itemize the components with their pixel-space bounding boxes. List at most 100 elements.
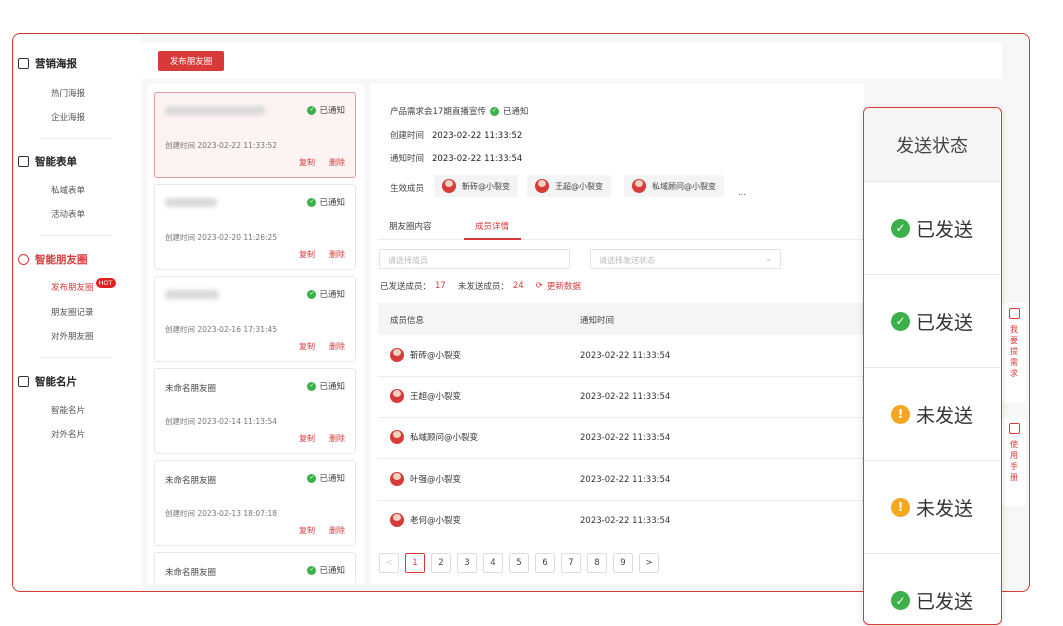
avatar [442, 179, 456, 193]
book-icon [1008, 423, 1020, 434]
page-button[interactable]: 5 [509, 553, 529, 573]
avatar [535, 179, 549, 193]
copy-link[interactable]: 复制 [299, 249, 315, 260]
copy-link[interactable]: 复制 [299, 525, 315, 536]
check-circle-icon: ✓ [307, 473, 317, 483]
delete-link[interactable]: 删除 [329, 433, 345, 444]
avatar [390, 513, 404, 527]
sidebar-item-private-form[interactable]: 私域表单 [51, 184, 85, 196]
member-chip: 王超@小裂变 [527, 175, 611, 197]
check-circle-icon: ✓ [307, 105, 317, 115]
moments-card[interactable]: 未命名朋友圈 ✓ 已通知 创建时间 2023-02-14 11:13:54 复制 删… [154, 368, 356, 454]
sidebar-item-event-form[interactable]: 活动表单 [51, 208, 85, 220]
check-circle-icon: ✓ [307, 565, 317, 575]
unsent-count: 24 [512, 281, 524, 291]
status-badge: ✓ 已通知 [307, 473, 345, 484]
tab-member-detail[interactable]: 成员详情 [475, 220, 509, 232]
next-page-button[interactable]: > [639, 553, 659, 573]
detail-notify-row: 通知时间 2023-02-22 11:33:54 [390, 154, 523, 164]
status-badge: ✓ 已通知 [307, 289, 345, 300]
page-button[interactable]: 7 [561, 553, 581, 573]
sent-count: 17 [435, 281, 446, 291]
blurred-title [165, 198, 217, 207]
request-feature-label: 我要提需求 [1009, 325, 1019, 380]
check-circle-icon: ✓ [307, 381, 317, 391]
sidebar-item-external-card[interactable]: 对外名片 [51, 428, 85, 440]
detail-created-row: 创建时间 2023-02-22 11:33:52 [390, 131, 523, 141]
check-circle-icon: ✓ [890, 311, 910, 331]
sidebar-divider [40, 357, 112, 358]
check-circle-icon: ✓ [489, 106, 499, 116]
send-status-callout: 发送状态 ✓ 已发送 ✓ 已发送 ! 未发送 ! 未发送 ✓ 已发送 [863, 107, 1002, 625]
sidebar-section-moments[interactable]: 智能朋友圈 [18, 252, 88, 267]
request-feature-button[interactable]: 我要提需求 [1002, 303, 1026, 403]
created-time: 创建时间 2023-02-22 11:33:52 [165, 141, 278, 150]
delete-link[interactable]: 删除 [329, 341, 345, 352]
send-status-cell: ✓ 已发送 [864, 182, 1000, 275]
status-badge: ✓ 已通知 [307, 381, 345, 392]
active-tab-indicator [464, 238, 521, 240]
send-status-cell: ! 未发送 [864, 368, 1000, 461]
moments-card[interactable]: ✓ 已通知 创建时间 2023-02-20 11:26:25 复制 删除 [154, 184, 356, 270]
sidebar-item-smart-card[interactable]: 智能名片 [51, 404, 85, 416]
avatar [390, 389, 404, 403]
sidebar-item-hot-poster[interactable]: 热门海报 [51, 87, 85, 99]
table-row: 私域顾问@小裂变 2023-02-22 11:33:54 [378, 418, 864, 459]
blurred-title [165, 290, 219, 299]
sidebar-item-publish-moments[interactable]: 发布朋友圈 HOT [51, 278, 116, 293]
table-row: 靳砖@小裂变 2023-02-22 11:33:54 [378, 336, 864, 377]
moments-card[interactable]: ✓ 已通知 创建时间 2023-02-22 11:33:52 复制 删除 [154, 92, 356, 178]
refresh-link[interactable]: 更新数据 [547, 280, 581, 292]
page-button[interactable]: 8 [587, 553, 607, 573]
warning-circle-icon: ! [890, 497, 910, 517]
send-status-cell: ✓ 已发送 [864, 275, 1000, 368]
page-button[interactable]: 1 [405, 553, 425, 573]
sidebar-section-poster[interactable]: 营销海报 [18, 56, 77, 71]
tab-moments-content[interactable]: 朋友圈内容 [389, 220, 432, 232]
poster-icon [18, 58, 29, 69]
page-button[interactable]: 2 [431, 553, 451, 573]
status-select[interactable]: 请选择发送状态 ⌄ [590, 249, 781, 269]
member-select[interactable]: 请选择成员 [379, 249, 570, 269]
more-members[interactable]: ... [738, 188, 746, 198]
page-button[interactable]: 9 [613, 553, 633, 573]
send-status-header: 发送状态 [864, 108, 1000, 182]
publish-moments-button[interactable]: 发布朋友圈 [158, 51, 224, 71]
hot-badge: HOT [95, 278, 116, 288]
id-card-icon [18, 376, 29, 387]
table-row: 王超@小裂变 2023-02-22 11:33:54 [378, 377, 864, 418]
page-button[interactable]: 3 [457, 553, 477, 573]
sidebar-item-company-poster[interactable]: 企业海报 [51, 111, 85, 123]
created-time: 创建时间 2023-02-13 18:07:18 [165, 509, 278, 518]
send-status-cell: ! 未发送 [864, 461, 1000, 554]
prev-page-button[interactable]: < [379, 553, 399, 573]
avatar [390, 472, 404, 486]
delete-link[interactable]: 删除 [329, 249, 345, 260]
sidebar-section-form[interactable]: 智能表单 [18, 154, 77, 169]
user-manual-button[interactable]: 使用手册 [1002, 418, 1026, 506]
sidebar-section-card[interactable]: 智能名片 [18, 374, 77, 389]
refresh-icon[interactable]: ⟳ [536, 281, 543, 291]
member-chip: 靳砖@小裂变 [434, 175, 518, 197]
sidebar-divider [40, 138, 112, 139]
delete-link[interactable]: 删除 [329, 525, 345, 536]
card-title: 未命名朋友圈 [165, 568, 217, 578]
moments-card[interactable]: 未命名朋友圈 ✓ 已通知 创建时间 2023-02-13 18:07:18 复制 删… [154, 460, 356, 546]
moments-card[interactable]: 未命名朋友圈 ✓ 已通知 [154, 552, 356, 584]
moments-card[interactable]: ✓ 已通知 创建时间 2023-02-16 17:31:45 复制 删除 [154, 276, 356, 362]
copy-link[interactable]: 复制 [299, 433, 315, 444]
copy-link[interactable]: 复制 [299, 341, 315, 352]
members-label: 生效成员 [390, 184, 425, 194]
delete-link[interactable]: 删除 [329, 157, 345, 168]
member-chip: 私域顾问@小裂变 [624, 175, 724, 197]
status-badge: ✓ 已通知 [307, 197, 345, 208]
page-button[interactable]: 4 [483, 553, 503, 573]
copy-link[interactable]: 复制 [299, 157, 315, 168]
sidebar-item-external-moments[interactable]: 对外朋友圈 [51, 330, 94, 342]
page-button[interactable]: 6 [535, 553, 555, 573]
sidebar-item-moments-record[interactable]: 朋友圈记录 [51, 306, 94, 318]
chevron-down-icon: ⌄ [765, 254, 772, 263]
created-time: 创建时间 2023-02-20 11:26:25 [165, 233, 278, 242]
column-member-info: 成员信息 [390, 316, 425, 326]
detail-title-row: 产品需求会17期直播宣传 ✓ 已通知 [390, 105, 528, 117]
